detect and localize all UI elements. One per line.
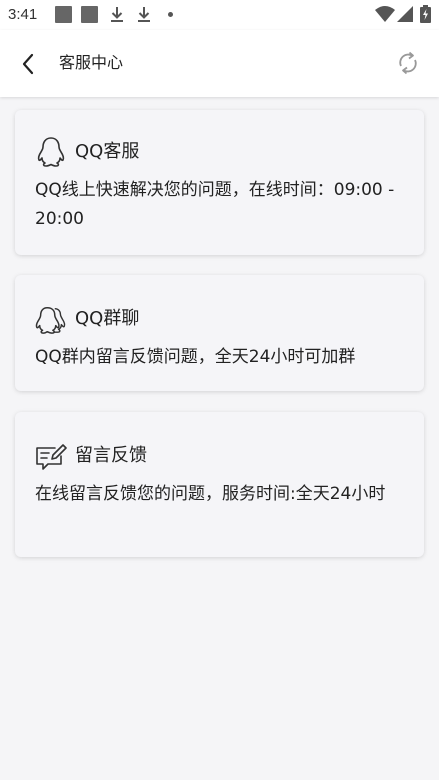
download-icon [138, 7, 150, 22]
refresh-icon [399, 51, 417, 75]
dot-icon [168, 12, 173, 17]
signal-icon [397, 6, 413, 22]
wifi-icon [375, 6, 395, 22]
card-description: QQ群内留言反馈问题，全天24小时可加群 [35, 347, 356, 367]
card-title: QQ群聊 [75, 308, 140, 329]
card-description: 在线留言反馈您的问题，服务时间:全天24小时 [35, 484, 386, 504]
refresh-button[interactable] [395, 50, 421, 76]
app-header: 客服中心 [0, 30, 439, 97]
card-title: 留言反馈 [75, 445, 147, 466]
notification-square-icon [81, 6, 98, 23]
chevron-left-icon [22, 53, 34, 75]
card-title: QQ客服 [75, 141, 140, 162]
status-bar: 3:41 [0, 0, 439, 30]
battery-charging-icon [420, 5, 431, 23]
card-qq-service[interactable]: QQ客服 QQ线上快速解决您的问题，在线时间：09:00 - 20:00 [15, 110, 424, 255]
status-time: 3:41 [8, 6, 38, 23]
qq-penguin-icon [35, 136, 67, 168]
back-button[interactable] [14, 50, 42, 78]
download-icon [111, 7, 123, 22]
card-description: QQ线上快速解决您的问题，在线时间：09:00 - 20:00 [35, 180, 395, 229]
qq-group-icon [35, 303, 67, 335]
message-edit-icon [35, 440, 67, 472]
page-title: 客服中心 [59, 53, 124, 72]
card-feedback[interactable]: 留言反馈 在线留言反馈您的问题，服务时间:全天24小时 [15, 412, 424, 557]
card-qq-group[interactable]: QQ群聊 QQ群内留言反馈问题，全天24小时可加群 [15, 275, 424, 391]
notification-square-icon [55, 6, 72, 23]
